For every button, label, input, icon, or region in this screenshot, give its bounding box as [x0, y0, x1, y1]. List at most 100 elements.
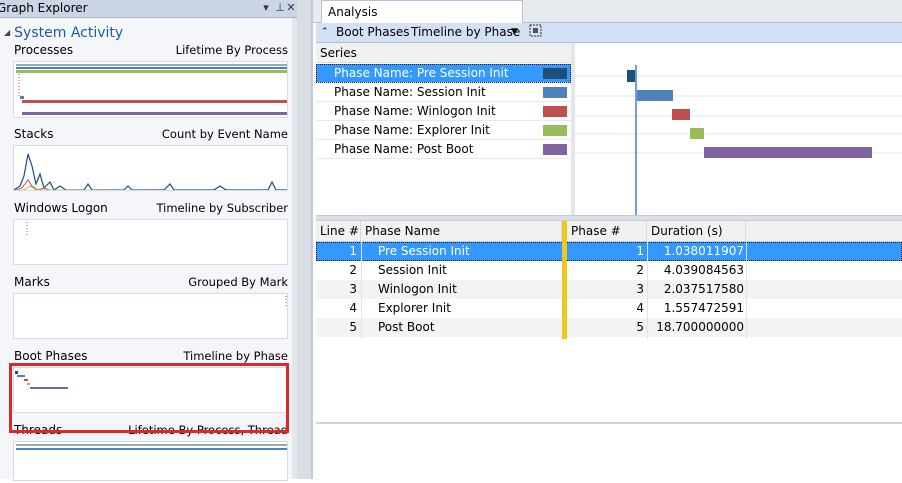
- column-divider: [647, 242, 648, 339]
- graph-thumbnail[interactable]: [13, 145, 288, 191]
- graph-item-marks[interactable]: Marks Grouped By Mark: [13, 275, 288, 345]
- cell-phase-name: Pre Session Init: [378, 244, 470, 258]
- collapse-chevron-icon[interactable]: ⌃: [321, 27, 329, 37]
- cell-line: 4: [349, 301, 357, 315]
- stacks-thumbnail-graphic: [14, 153, 287, 190]
- threads-thumbnail-graphic: [16, 444, 287, 450]
- graph-name: Stacks: [14, 127, 54, 141]
- graph-explorer-header: Graph Explorer ▾ ⊥ ✕: [0, 0, 297, 18]
- cell-line: 5: [349, 320, 357, 334]
- series-row-explorer-init[interactable]: Phase Name: Explorer Init: [316, 121, 571, 140]
- graph-thumbnail[interactable]: [13, 293, 288, 339]
- graph-thumbnail[interactable]: [13, 441, 288, 481]
- series-label: Phase Name: Post Boot: [334, 142, 474, 156]
- column-divider: [361, 242, 362, 339]
- table-row[interactable]: 5 Post Boot 5 18.700000000: [316, 318, 902, 337]
- graph-thumbnail[interactable]: [13, 219, 288, 265]
- graph-name: Processes: [14, 43, 74, 57]
- cell-phase-name: Session Init: [378, 263, 447, 277]
- column-divider: [746, 242, 747, 339]
- tab-analysis[interactable]: Analysis: [321, 0, 523, 23]
- boot-phases-highlight-box: [9, 363, 289, 433]
- close-icon[interactable]: ✕: [285, 1, 297, 14]
- table-row[interactable]: 1 Pre Session Init 1 1.038011907: [316, 242, 902, 261]
- series-label: Phase Name: Winlogon Init: [334, 104, 496, 118]
- graph-title[interactable]: Boot Phases: [336, 25, 410, 39]
- collapse-triangle-icon[interactable]: ◢: [4, 28, 10, 37]
- tab-label: Analysis: [328, 5, 378, 19]
- cell-duration: 4.039084563: [663, 263, 744, 277]
- graph-view: Count by Event Name: [161, 127, 288, 141]
- cell-line: 2: [349, 263, 357, 277]
- series-row-winlogon-init[interactable]: Phase Name: Winlogon Init: [316, 102, 571, 121]
- grouping-separator-bar[interactable]: [562, 221, 567, 339]
- graph-view: Timeline by Phase: [183, 349, 288, 363]
- series-legend: Series Phase Name: Pre Session Init Phas…: [316, 43, 571, 215]
- column-header-phase-name[interactable]: Phase Name: [361, 221, 562, 242]
- column-header-line[interactable]: Line #: [316, 221, 361, 242]
- cell-phase-name: Explorer Init: [378, 301, 451, 315]
- graph-item-windows-logon[interactable]: Windows Logon Timeline by Subscriber: [13, 201, 288, 271]
- bar-winlogon-init[interactable]: [672, 109, 690, 120]
- marks-thumbnail-graphic: [285, 296, 287, 308]
- cell-phase-num: 4: [636, 301, 644, 315]
- cell-duration: 18.700000000: [656, 320, 744, 334]
- windows-logon-thumbnail-graphic: [26, 222, 28, 236]
- cell-phase-num: 3: [636, 282, 644, 296]
- view-dropdown-icon[interactable]: ▼: [511, 27, 518, 37]
- column-header-duration[interactable]: Duration (s): [647, 221, 746, 242]
- settings-grid-icon[interactable]: [529, 24, 542, 40]
- cell-duration: 1.557472591: [663, 301, 744, 315]
- graph-view: Timeline by Subscriber: [156, 201, 288, 215]
- graph-explorer-pane: Graph Explorer ▾ ⊥ ✕ ◢ System Activity Pr…: [0, 0, 297, 481]
- series-row-session-init[interactable]: Phase Name: Session Init: [316, 83, 571, 102]
- bar-pre-session-init[interactable]: [627, 70, 635, 82]
- table-row[interactable]: 4 Explorer Init 4 1.557472591: [316, 299, 902, 318]
- graph-thumbnail[interactable]: [13, 61, 288, 118]
- series-label: Phase Name: Session Init: [334, 85, 486, 99]
- dropdown-icon[interactable]: ▾: [260, 1, 272, 14]
- table-row[interactable]: 3 Winlogon Init 3 2.037517580: [316, 280, 902, 299]
- group-label: System Activity: [14, 25, 124, 41]
- table-bottom-border: [316, 422, 902, 424]
- column-header-empty: [746, 221, 902, 242]
- graph-name: Windows Logon: [14, 201, 108, 215]
- graph-name: Marks: [14, 275, 50, 289]
- series-swatch: [543, 68, 567, 79]
- grid-glyph: [529, 24, 542, 37]
- column-header-phase-num[interactable]: Phase #: [567, 221, 647, 242]
- bar-post-boot[interactable]: [704, 147, 872, 158]
- graph-list: ◢ System Activity Processes Lifetime By P…: [0, 18, 292, 481]
- group-system-activity[interactable]: ◢ System Activity: [4, 25, 123, 41]
- data-table: Line # Phase Name Phase # Duration (s) 1…: [316, 221, 902, 341]
- graph-explorer-title: Graph Explorer: [0, 1, 88, 15]
- series-swatch: [543, 125, 567, 136]
- processes-thumbnail-graphic: [16, 64, 287, 115]
- graph-toolbar: ⌃ Boot Phases Timeline by Phase ▼: [316, 23, 902, 43]
- series-swatch: [543, 87, 567, 98]
- cell-phase-num: 5: [636, 320, 644, 334]
- phase-timeline-graph[interactable]: [575, 43, 902, 215]
- table-row[interactable]: 2 Session Init 2 4.039084563: [316, 261, 902, 280]
- cell-phase-num: 1: [636, 244, 644, 258]
- series-header-label: Series: [320, 46, 357, 60]
- graph-view: Lifetime By Process: [175, 43, 288, 57]
- series-row-pre-session-init[interactable]: Phase Name: Pre Session Init: [316, 64, 571, 83]
- timeline-canvas: [575, 65, 902, 215]
- series-header: Series: [316, 43, 571, 63]
- graph-item-stacks[interactable]: Stacks Count by Event Name: [13, 127, 288, 203]
- series-swatch: [543, 144, 567, 155]
- bar-session-init[interactable]: [637, 90, 673, 101]
- graph-view: Grouped By Mark: [188, 275, 288, 289]
- series-swatch: [543, 106, 567, 117]
- bar-explorer-init[interactable]: [690, 128, 704, 139]
- analysis-pane: Analysis ⌃ Boot Phases Timeline by Phase…: [313, 0, 902, 479]
- cell-line: 3: [349, 282, 357, 296]
- series-row-post-boot[interactable]: Phase Name: Post Boot: [316, 140, 571, 159]
- cell-duration: 1.038011907: [663, 244, 744, 258]
- graph-item-processes[interactable]: Processes Lifetime By Process: [13, 43, 288, 119]
- view-selector[interactable]: Timeline by Phase: [411, 25, 520, 39]
- cell-line: 1: [349, 244, 357, 258]
- cell-duration: 2.037517580: [663, 282, 744, 296]
- cell-phase-name: Winlogon Init: [378, 282, 457, 296]
